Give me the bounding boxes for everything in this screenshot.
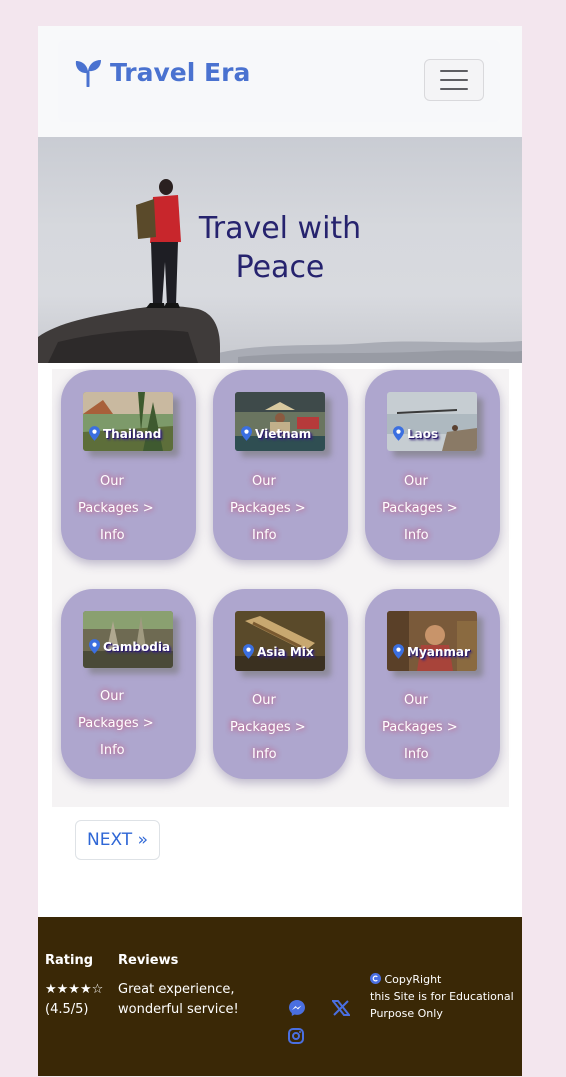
packages-info-link-asia-mix[interactable]: Our Packages > Info [230, 687, 340, 768]
rating-value: (4.5/5) [45, 1002, 89, 1017]
copyright-label: CopyRight [384, 973, 442, 986]
location-pin-icon [89, 426, 100, 441]
photo-asia-mix [235, 611, 325, 671]
location-pin-icon [393, 426, 404, 441]
card-asia-mix[interactable]: Asia Mix Our Packages > Info [213, 589, 348, 779]
footer: Rating ★★★★☆ (4.5/5) Reviews Great exper… [38, 917, 522, 1076]
card-thailand[interactable]: Thailand Our Packages > Info [61, 370, 196, 560]
hamburger-icon [440, 70, 468, 72]
hero-banner: Travel with Peace [38, 137, 522, 363]
photo-laos [387, 392, 477, 451]
thumb-asia-mix: Asia Mix [235, 611, 325, 671]
thumb-label-thailand: Thailand [89, 426, 161, 441]
reviews-heading: Reviews [118, 953, 179, 968]
thumb-label-vietnam: Vietnam [241, 426, 311, 441]
photo-thailand [83, 392, 173, 451]
location-pin-icon [393, 644, 404, 659]
thumb-label-asia-mix: Asia Mix [243, 644, 314, 659]
messenger-icon[interactable] [288, 999, 306, 1017]
location-pin-icon [89, 639, 100, 654]
location-pin-icon [241, 426, 252, 441]
next-page-button[interactable]: NEXT » [75, 820, 160, 860]
sprout-icon [75, 59, 101, 87]
location-pin-icon [243, 644, 254, 659]
card-vietnam[interactable]: Vietnam Our Packages > Info [213, 370, 348, 560]
packages-info-link-laos[interactable]: Our Packages > Info [382, 468, 492, 549]
thumb-label-laos: Laos [393, 426, 438, 441]
x-icon[interactable] [332, 1000, 350, 1016]
navbar-toggle-button[interactable] [424, 59, 484, 101]
review-text: Great experience, wonderful service! [118, 982, 239, 1017]
packages-info-link-myanmar[interactable]: Our Packages > Info [382, 687, 492, 768]
brand-link[interactable]: Travel Era [74, 58, 250, 87]
hero-title: Travel with Peace [198, 211, 362, 285]
thumb-myanmar: Myanmar [387, 611, 477, 671]
card-laos[interactable]: Laos Our Packages > Info [365, 370, 500, 560]
thumb-label-cambodia: Cambodia [89, 639, 170, 654]
photo-myanmar [387, 611, 477, 671]
copyright-notice: this Site is for Educational Purpose Onl… [370, 990, 514, 1020]
card-cambodia[interactable]: Cambodia Our Packages > Info [61, 589, 196, 779]
copyright-section: CopyRight this Site is for Educational P… [370, 971, 520, 1022]
thumb-thailand: Thailand [83, 392, 173, 451]
packages-info-link-thailand[interactable]: Our Packages > Info [78, 468, 188, 549]
thumb-vietnam: Vietnam [235, 392, 325, 451]
card-myanmar[interactable]: Myanmar Our Packages > Info [365, 589, 500, 779]
photo-vietnam [235, 392, 325, 451]
copyright-icon [370, 973, 381, 984]
rating-section: Rating ★★★★☆ (4.5/5) [45, 951, 103, 1020]
instagram-icon[interactable] [288, 1028, 304, 1044]
packages-info-link-cambodia[interactable]: Our Packages > Info [78, 683, 188, 764]
reviews-section: Reviews Great experience, wonderful serv… [118, 951, 248, 1020]
navbar: Travel Era [38, 26, 522, 137]
thumb-cambodia: Cambodia [83, 611, 173, 668]
thumb-laos: Laos [387, 392, 477, 451]
thumb-label-myanmar: Myanmar [393, 644, 470, 659]
rating-stars: ★★★★☆ [45, 982, 104, 997]
brand-name: Travel Era [110, 58, 251, 87]
page-frame: Travel Era Travel with Peace Thailand Ou… [38, 26, 522, 1076]
rating-heading: Rating [45, 953, 94, 968]
packages-info-link-vietnam[interactable]: Our Packages > Info [230, 468, 340, 549]
